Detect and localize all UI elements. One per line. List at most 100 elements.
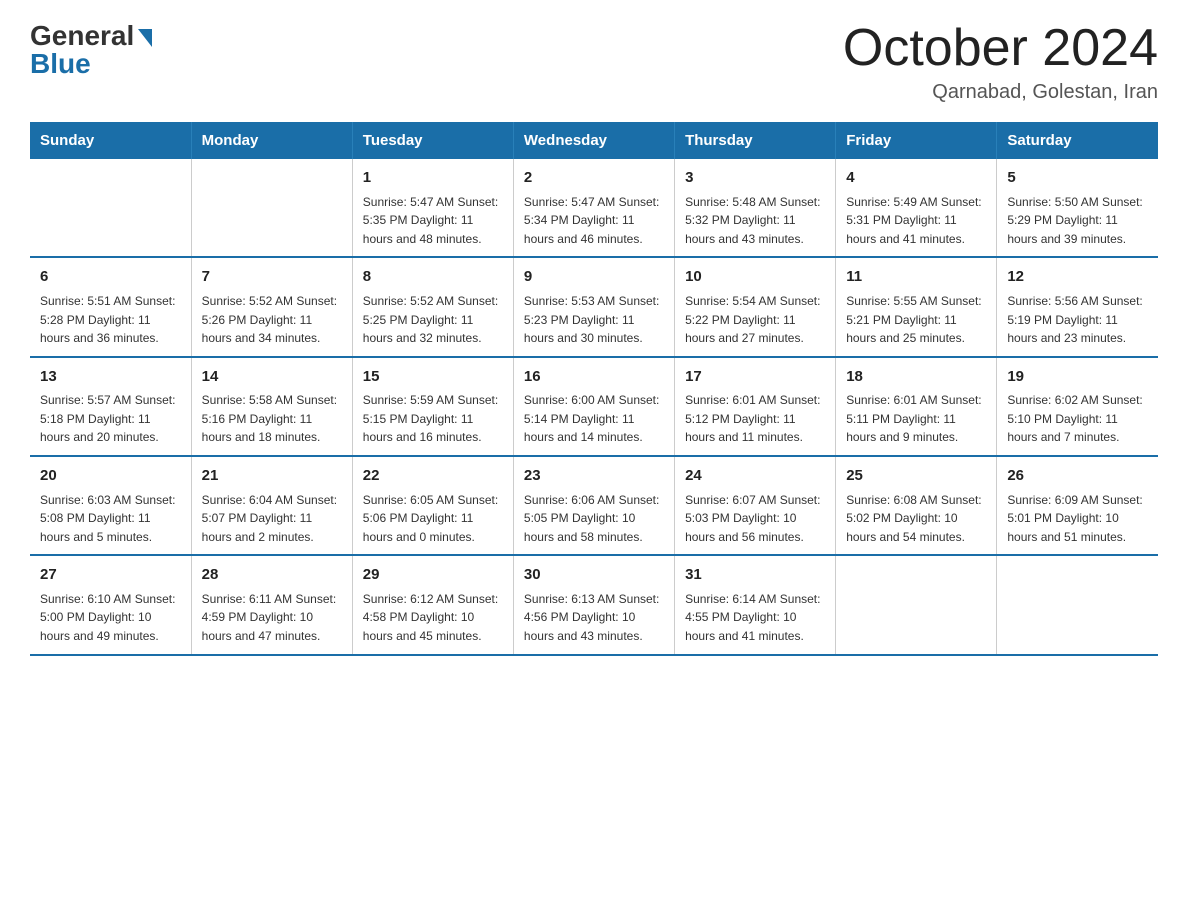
cell-info: Sunrise: 6:05 AM Sunset: 5:06 PM Dayligh… — [363, 491, 503, 547]
cell-info: Sunrise: 5:56 AM Sunset: 5:19 PM Dayligh… — [1007, 292, 1148, 348]
calendar-cell: 16Sunrise: 6:00 AM Sunset: 5:14 PM Dayli… — [513, 357, 674, 456]
cell-info: Sunrise: 6:04 AM Sunset: 5:07 PM Dayligh… — [202, 491, 342, 547]
day-number: 23 — [524, 465, 664, 488]
day-number: 5 — [1007, 167, 1148, 190]
logo-blue-text: Blue — [30, 48, 91, 80]
day-number: 19 — [1007, 366, 1148, 389]
day-number: 27 — [40, 564, 181, 587]
cell-info: Sunrise: 6:01 AM Sunset: 5:12 PM Dayligh… — [685, 391, 825, 447]
day-number: 31 — [685, 564, 825, 587]
day-number: 24 — [685, 465, 825, 488]
calendar-cell: 6Sunrise: 5:51 AM Sunset: 5:28 PM Daylig… — [30, 257, 191, 356]
cell-info: Sunrise: 5:52 AM Sunset: 5:26 PM Dayligh… — [202, 292, 342, 348]
cell-info: Sunrise: 6:06 AM Sunset: 5:05 PM Dayligh… — [524, 491, 664, 547]
calendar-cell — [30, 159, 191, 257]
calendar-cell: 27 Sunrise: 6:10 AM Sunset: 5:00 PM Dayli… — [30, 555, 191, 654]
day-number: 4 — [846, 167, 986, 190]
calendar-cell: 3 Sunrise: 5:48 AM Sunset: 5:32 PM Daylig… — [675, 159, 836, 257]
day-number: 14 — [202, 366, 342, 389]
day-number: 6 — [40, 266, 181, 289]
calendar-cell: 9Sunrise: 5:53 AM Sunset: 5:23 PM Daylig… — [513, 257, 674, 356]
day-number: 22 — [363, 465, 503, 488]
day-number: 29 — [363, 564, 503, 587]
calendar-cell: 31Sunrise: 6:14 AM Sunset: 4:55 PM Dayli… — [675, 555, 836, 654]
cell-info: Sunrise: 5:47 AM Sunset: 5:35 PM Dayligh… — [363, 193, 503, 249]
week-row-3: 13Sunrise: 5:57 AM Sunset: 5:18 PM Dayli… — [30, 357, 1158, 456]
cell-info: Sunrise: 5:48 AM Sunset: 5:32 PM Dayligh… — [685, 193, 825, 249]
day-number: 8 — [363, 266, 503, 289]
day-number: 7 — [202, 266, 342, 289]
day-number: 30 — [524, 564, 664, 587]
calendar-cell: 26 Sunrise: 6:09 AM Sunset: 5:01 PM Dayli… — [997, 456, 1158, 555]
header-cell-thursday: Thursday — [675, 122, 836, 159]
cell-info: Sunrise: 6:12 AM Sunset: 4:58 PM Dayligh… — [363, 590, 503, 646]
cell-info: Sunrise: 5:52 AM Sunset: 5:25 PM Dayligh… — [363, 292, 503, 348]
cell-info: Sunrise: 6:13 AM Sunset: 4:56 PM Dayligh… — [524, 590, 664, 646]
calendar-cell: 4 Sunrise: 5:49 AM Sunset: 5:31 PM Daylig… — [836, 159, 997, 257]
day-number: 12 — [1007, 266, 1148, 289]
calendar-cell: 30 Sunrise: 6:13 AM Sunset: 4:56 PM Dayli… — [513, 555, 674, 654]
calendar-cell: 12 Sunrise: 5:56 AM Sunset: 5:19 PM Dayli… — [997, 257, 1158, 356]
calendar-cell: 2Sunrise: 5:47 AM Sunset: 5:34 PM Daylig… — [513, 159, 674, 257]
logo-arrow-icon — [138, 29, 152, 47]
cell-info: Sunrise: 6:11 AM Sunset: 4:59 PM Dayligh… — [202, 590, 342, 646]
calendar-cell: 13Sunrise: 5:57 AM Sunset: 5:18 PM Dayli… — [30, 357, 191, 456]
cell-info: Sunrise: 5:55 AM Sunset: 5:21 PM Dayligh… — [846, 292, 986, 348]
header-cell-friday: Friday — [836, 122, 997, 159]
day-number: 2 — [524, 167, 664, 190]
calendar-cell: 22 Sunrise: 6:05 AM Sunset: 5:06 PM Dayli… — [352, 456, 513, 555]
calendar-cell — [836, 555, 997, 654]
header-cell-monday: Monday — [191, 122, 352, 159]
cell-info: Sunrise: 5:58 AM Sunset: 5:16 PM Dayligh… — [202, 391, 342, 447]
calendar-cell: 1 Sunrise: 5:47 AM Sunset: 5:35 PM Daylig… — [352, 159, 513, 257]
calendar-cell: 14Sunrise: 5:58 AM Sunset: 5:16 PM Dayli… — [191, 357, 352, 456]
cell-info: Sunrise: 5:49 AM Sunset: 5:31 PM Dayligh… — [846, 193, 986, 249]
calendar-table: SundayMondayTuesdayWednesdayThursdayFrid… — [30, 122, 1158, 655]
cell-info: Sunrise: 5:54 AM Sunset: 5:22 PM Dayligh… — [685, 292, 825, 348]
cell-info: Sunrise: 6:07 AM Sunset: 5:03 PM Dayligh… — [685, 491, 825, 547]
calendar-cell: 24 Sunrise: 6:07 AM Sunset: 5:03 PM Dayli… — [675, 456, 836, 555]
calendar-cell — [997, 555, 1158, 654]
calendar-cell: 10 Sunrise: 5:54 AM Sunset: 5:22 PM Dayli… — [675, 257, 836, 356]
day-number: 1 — [363, 167, 503, 190]
location-subtitle: Qarnabad, Golestan, Iran — [843, 81, 1158, 104]
day-number: 13 — [40, 366, 181, 389]
day-number: 25 — [846, 465, 986, 488]
calendar-cell: 19Sunrise: 6:02 AM Sunset: 5:10 PM Dayli… — [997, 357, 1158, 456]
calendar-cell: 17Sunrise: 6:01 AM Sunset: 5:12 PM Dayli… — [675, 357, 836, 456]
title-block: October 2024 Qarnabad, Golestan, Iran — [843, 20, 1158, 104]
day-number: 17 — [685, 366, 825, 389]
calendar-cell — [191, 159, 352, 257]
day-number: 10 — [685, 266, 825, 289]
calendar-cell: 23 Sunrise: 6:06 AM Sunset: 5:05 PM Dayli… — [513, 456, 674, 555]
calendar-cell: 25Sunrise: 6:08 AM Sunset: 5:02 PM Dayli… — [836, 456, 997, 555]
calendar-cell: 5 Sunrise: 5:50 AM Sunset: 5:29 PM Daylig… — [997, 159, 1158, 257]
cell-info: Sunrise: 6:10 AM Sunset: 5:00 PM Dayligh… — [40, 590, 181, 646]
day-number: 11 — [846, 266, 986, 289]
cell-info: Sunrise: 6:09 AM Sunset: 5:01 PM Dayligh… — [1007, 491, 1148, 547]
calendar-cell: 18Sunrise: 6:01 AM Sunset: 5:11 PM Dayli… — [836, 357, 997, 456]
header-cell-saturday: Saturday — [997, 122, 1158, 159]
day-number: 16 — [524, 366, 664, 389]
calendar-cell: 29 Sunrise: 6:12 AM Sunset: 4:58 PM Dayli… — [352, 555, 513, 654]
cell-info: Sunrise: 6:03 AM Sunset: 5:08 PM Dayligh… — [40, 491, 181, 547]
cell-info: Sunrise: 5:50 AM Sunset: 5:29 PM Dayligh… — [1007, 193, 1148, 249]
calendar-cell: 20Sunrise: 6:03 AM Sunset: 5:08 PM Dayli… — [30, 456, 191, 555]
logo: General Blue — [30, 20, 152, 80]
page-header: General Blue October 2024 Qarnabad, Gole… — [30, 20, 1158, 104]
week-row-4: 20Sunrise: 6:03 AM Sunset: 5:08 PM Dayli… — [30, 456, 1158, 555]
day-number: 3 — [685, 167, 825, 190]
header-cell-sunday: Sunday — [30, 122, 191, 159]
week-row-1: 1 Sunrise: 5:47 AM Sunset: 5:35 PM Daylig… — [30, 159, 1158, 257]
header-cell-wednesday: Wednesday — [513, 122, 674, 159]
cell-info: Sunrise: 5:59 AM Sunset: 5:15 PM Dayligh… — [363, 391, 503, 447]
header-row: SundayMondayTuesdayWednesdayThursdayFrid… — [30, 122, 1158, 159]
day-number: 9 — [524, 266, 664, 289]
month-title: October 2024 — [843, 20, 1158, 77]
cell-info: Sunrise: 6:02 AM Sunset: 5:10 PM Dayligh… — [1007, 391, 1148, 447]
calendar-header: SundayMondayTuesdayWednesdayThursdayFrid… — [30, 122, 1158, 159]
calendar-cell: 8 Sunrise: 5:52 AM Sunset: 5:25 PM Daylig… — [352, 257, 513, 356]
calendar-cell: 15Sunrise: 5:59 AM Sunset: 5:15 PM Dayli… — [352, 357, 513, 456]
week-row-5: 27 Sunrise: 6:10 AM Sunset: 5:00 PM Dayli… — [30, 555, 1158, 654]
day-number: 26 — [1007, 465, 1148, 488]
